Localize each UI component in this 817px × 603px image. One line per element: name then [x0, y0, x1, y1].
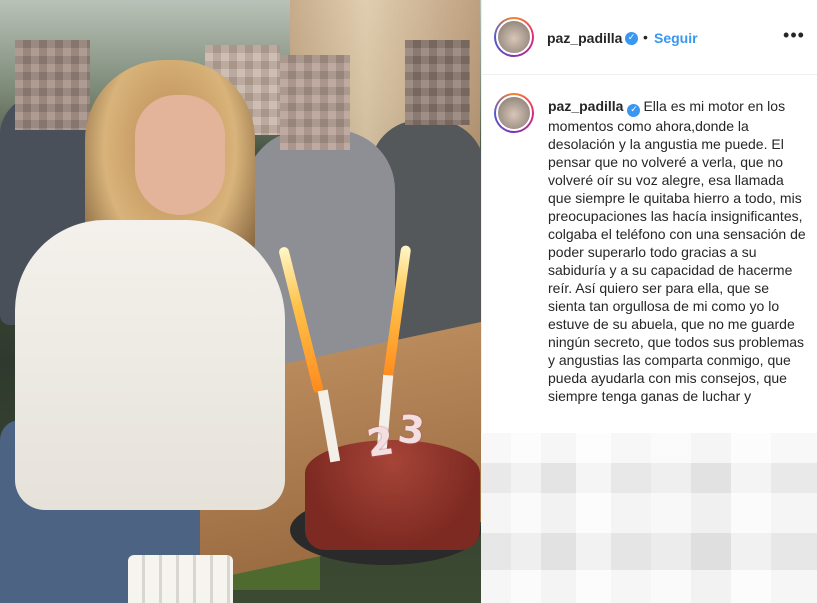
- post-caption: paz_padilla ✓ Ella es mi motor en los mome…: [482, 75, 817, 433]
- more-horizontal-icon[interactable]: •••: [780, 26, 808, 48]
- caption-username-link[interactable]: paz_padilla: [548, 98, 623, 114]
- caption-text-block: paz_padilla ✓ Ella es mi motor en los mome…: [548, 97, 810, 405]
- follow-button[interactable]: Seguir: [654, 30, 698, 46]
- avatar-image: [496, 19, 532, 55]
- avatar[interactable]: [494, 17, 534, 57]
- verified-badge-icon: ✓: [627, 104, 641, 117]
- candle-number-3: 3: [395, 406, 427, 454]
- girl-face: [135, 95, 225, 215]
- blurred-face: [280, 55, 350, 150]
- verified-badge-icon: ✓: [625, 32, 638, 45]
- blurred-face: [15, 40, 90, 130]
- post-photo[interactable]: 2 3: [0, 0, 481, 603]
- username-link[interactable]: paz_padilla: [547, 30, 622, 46]
- pixelated-overlay: [481, 433, 817, 603]
- avatar-image: [496, 95, 532, 131]
- blurred-face: [405, 40, 470, 125]
- post-header: paz_padilla ✓ • Seguir •••: [482, 0, 817, 75]
- separator-dot: •: [643, 29, 648, 45]
- white-cups: [128, 555, 233, 603]
- caption-body: Ella es mi motor en los momentos como ah…: [548, 98, 806, 404]
- avatar[interactable]: [494, 93, 534, 133]
- girl-white-blouse: [15, 220, 285, 510]
